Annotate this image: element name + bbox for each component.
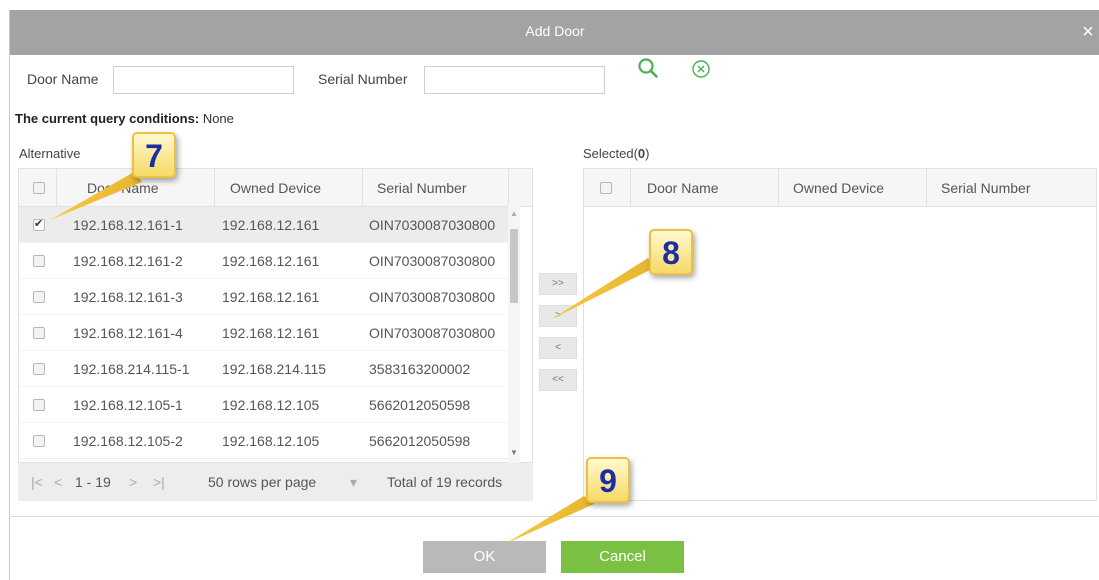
table-row[interactable]: 192.168.12.105-1 192.168.12.105 5662012050…: [19, 387, 509, 423]
total-records: Total of 19 records: [387, 474, 503, 490]
first-page-icon[interactable]: |<: [31, 474, 43, 490]
cell-door-name: 192.168.12.161-4: [73, 325, 183, 341]
cell-door-name: 192.168.12.105-1: [73, 397, 183, 413]
cell-door-name: 192.168.12.105-2: [73, 433, 183, 449]
cell-owned-device: 192.168.12.105: [222, 433, 320, 449]
cell-owned-device: 192.168.12.161: [222, 289, 320, 305]
cell-door-name: 192.168.12.161-3: [73, 289, 183, 305]
move-right-button[interactable]: >: [539, 305, 577, 327]
scroll-down-arrow-icon[interactable]: ▼: [509, 448, 519, 457]
column-header-serial-number[interactable]: Serial Number: [363, 169, 509, 207]
table-row[interactable]: 192.168.12.161-3 192.168.12.161 OIN7030087…: [19, 279, 509, 315]
footer-divider: [9, 516, 1099, 517]
cell-serial-number: 5662012050598: [369, 397, 471, 413]
cell-door-name: 192.168.12.161-1: [73, 217, 183, 233]
selected-column-header-door-name[interactable]: Door Name: [631, 169, 779, 207]
move-left-button[interactable]: <: [539, 337, 577, 359]
selected-title-prefix: Selected(: [583, 146, 638, 161]
column-header-owned-device[interactable]: Owned Device: [215, 169, 363, 207]
page-range: 1 - 19: [75, 474, 111, 490]
selected-grid: Door Name Owned Device Serial Number: [583, 168, 1097, 501]
cell-owned-device: 192.168.12.161: [222, 253, 320, 269]
chevron-down-icon[interactable]: ▾: [350, 474, 357, 491]
serial-number-input[interactable]: [424, 66, 605, 94]
cell-door-name: 192.168.214.115-1: [73, 361, 190, 377]
table-row[interactable]: 192.168.214.115-1 192.168.214.115 35831632…: [19, 351, 509, 387]
table-row[interactable]: 192.168.12.105-2 192.168.12.105 5662012050…: [19, 423, 509, 459]
cell-serial-number: OIN7030087030800: [369, 325, 496, 341]
callout-9: 9: [586, 457, 630, 503]
clear-icon[interactable]: [691, 59, 711, 79]
search-icon[interactable]: [636, 56, 660, 80]
pagination-bar: |< < 1 - 19 > >| 50 rows per page ▾ Tota…: [18, 463, 533, 501]
row-checkbox[interactable]: [33, 255, 45, 267]
table-row[interactable]: 192.168.12.161-1 192.168.12.161 OIN7030087…: [19, 207, 509, 243]
query-conditions-value: None: [202, 111, 234, 126]
ok-button[interactable]: OK: [423, 541, 546, 573]
cell-owned-device: 192.168.12.105: [222, 397, 320, 413]
next-page-icon[interactable]: >: [129, 474, 137, 490]
query-conditions: The current query conditions: None: [15, 111, 234, 126]
prev-page-icon[interactable]: <: [54, 474, 62, 490]
cell-serial-number: 5662012050598: [369, 433, 471, 449]
alternative-grid: Door Name Owned Device Serial Number 192…: [18, 168, 533, 463]
table-row[interactable]: 192.168.12.161-2 192.168.12.161 OIN7030087…: [19, 243, 509, 279]
rows-per-page-select[interactable]: 50 rows per page: [208, 474, 316, 490]
selected-header-select-all-cell: [584, 169, 631, 207]
cell-serial-number: 3583163200002: [369, 361, 471, 377]
door-name-label: Door Name: [27, 71, 99, 87]
scroll-up-arrow-icon[interactable]: ▲: [509, 209, 519, 218]
row-checkbox[interactable]: [33, 327, 45, 339]
row-checkbox[interactable]: [33, 217, 45, 231]
scrollbar-thumb[interactable]: [510, 229, 518, 303]
header-select-all-cell: [19, 169, 57, 207]
selected-title-suffix: ): [645, 146, 650, 161]
serial-number-label: Serial Number: [318, 71, 408, 87]
query-conditions-label: The current query conditions:: [15, 111, 200, 126]
last-page-icon[interactable]: >|: [153, 474, 165, 490]
cancel-button[interactable]: Cancel: [561, 541, 684, 573]
selected-grid-header: Door Name Owned Device Serial Number: [584, 169, 1096, 207]
row-checkbox[interactable]: [33, 363, 45, 375]
callout-7: 7: [132, 132, 176, 178]
door-name-input[interactable]: [113, 66, 294, 94]
alternative-grid-scrollbar[interactable]: ▲ ▼: [508, 205, 520, 463]
cell-serial-number: OIN7030087030800: [369, 253, 496, 269]
row-checkbox[interactable]: [33, 399, 45, 411]
row-checkbox[interactable]: [33, 291, 45, 303]
alternative-grid-header: Door Name Owned Device Serial Number: [19, 169, 532, 207]
row-checkbox[interactable]: [33, 435, 45, 447]
close-icon[interactable]: ×: [1078, 21, 1098, 43]
table-row[interactable]: 192.168.12.161-4 192.168.12.161 OIN7030087…: [19, 315, 509, 351]
selected-column-header-owned-device[interactable]: Owned Device: [779, 169, 927, 207]
cell-serial-number: OIN7030087030800: [369, 217, 496, 233]
cell-owned-device: 192.168.214.115: [222, 361, 327, 377]
alternative-title: Alternative: [19, 146, 81, 161]
cell-owned-device: 192.168.12.161: [222, 325, 320, 341]
selected-title: Selected(0): [583, 146, 650, 161]
selected-column-header-serial-number[interactable]: Serial Number: [927, 169, 1096, 207]
cell-serial-number: OIN7030087030800: [369, 289, 496, 305]
dialog-titlebar: Add Door ×: [10, 10, 1099, 55]
dialog-title: Add Door: [525, 23, 585, 39]
selected-select-all-checkbox[interactable]: [600, 182, 612, 194]
move-all-left-button[interactable]: <<: [539, 369, 577, 391]
callout-8: 8: [649, 229, 693, 275]
cell-owned-device: 192.168.12.161: [222, 217, 320, 233]
cell-door-name: 192.168.12.161-2: [73, 253, 183, 269]
select-all-checkbox[interactable]: [33, 182, 45, 194]
move-all-right-button[interactable]: >>: [539, 273, 577, 295]
